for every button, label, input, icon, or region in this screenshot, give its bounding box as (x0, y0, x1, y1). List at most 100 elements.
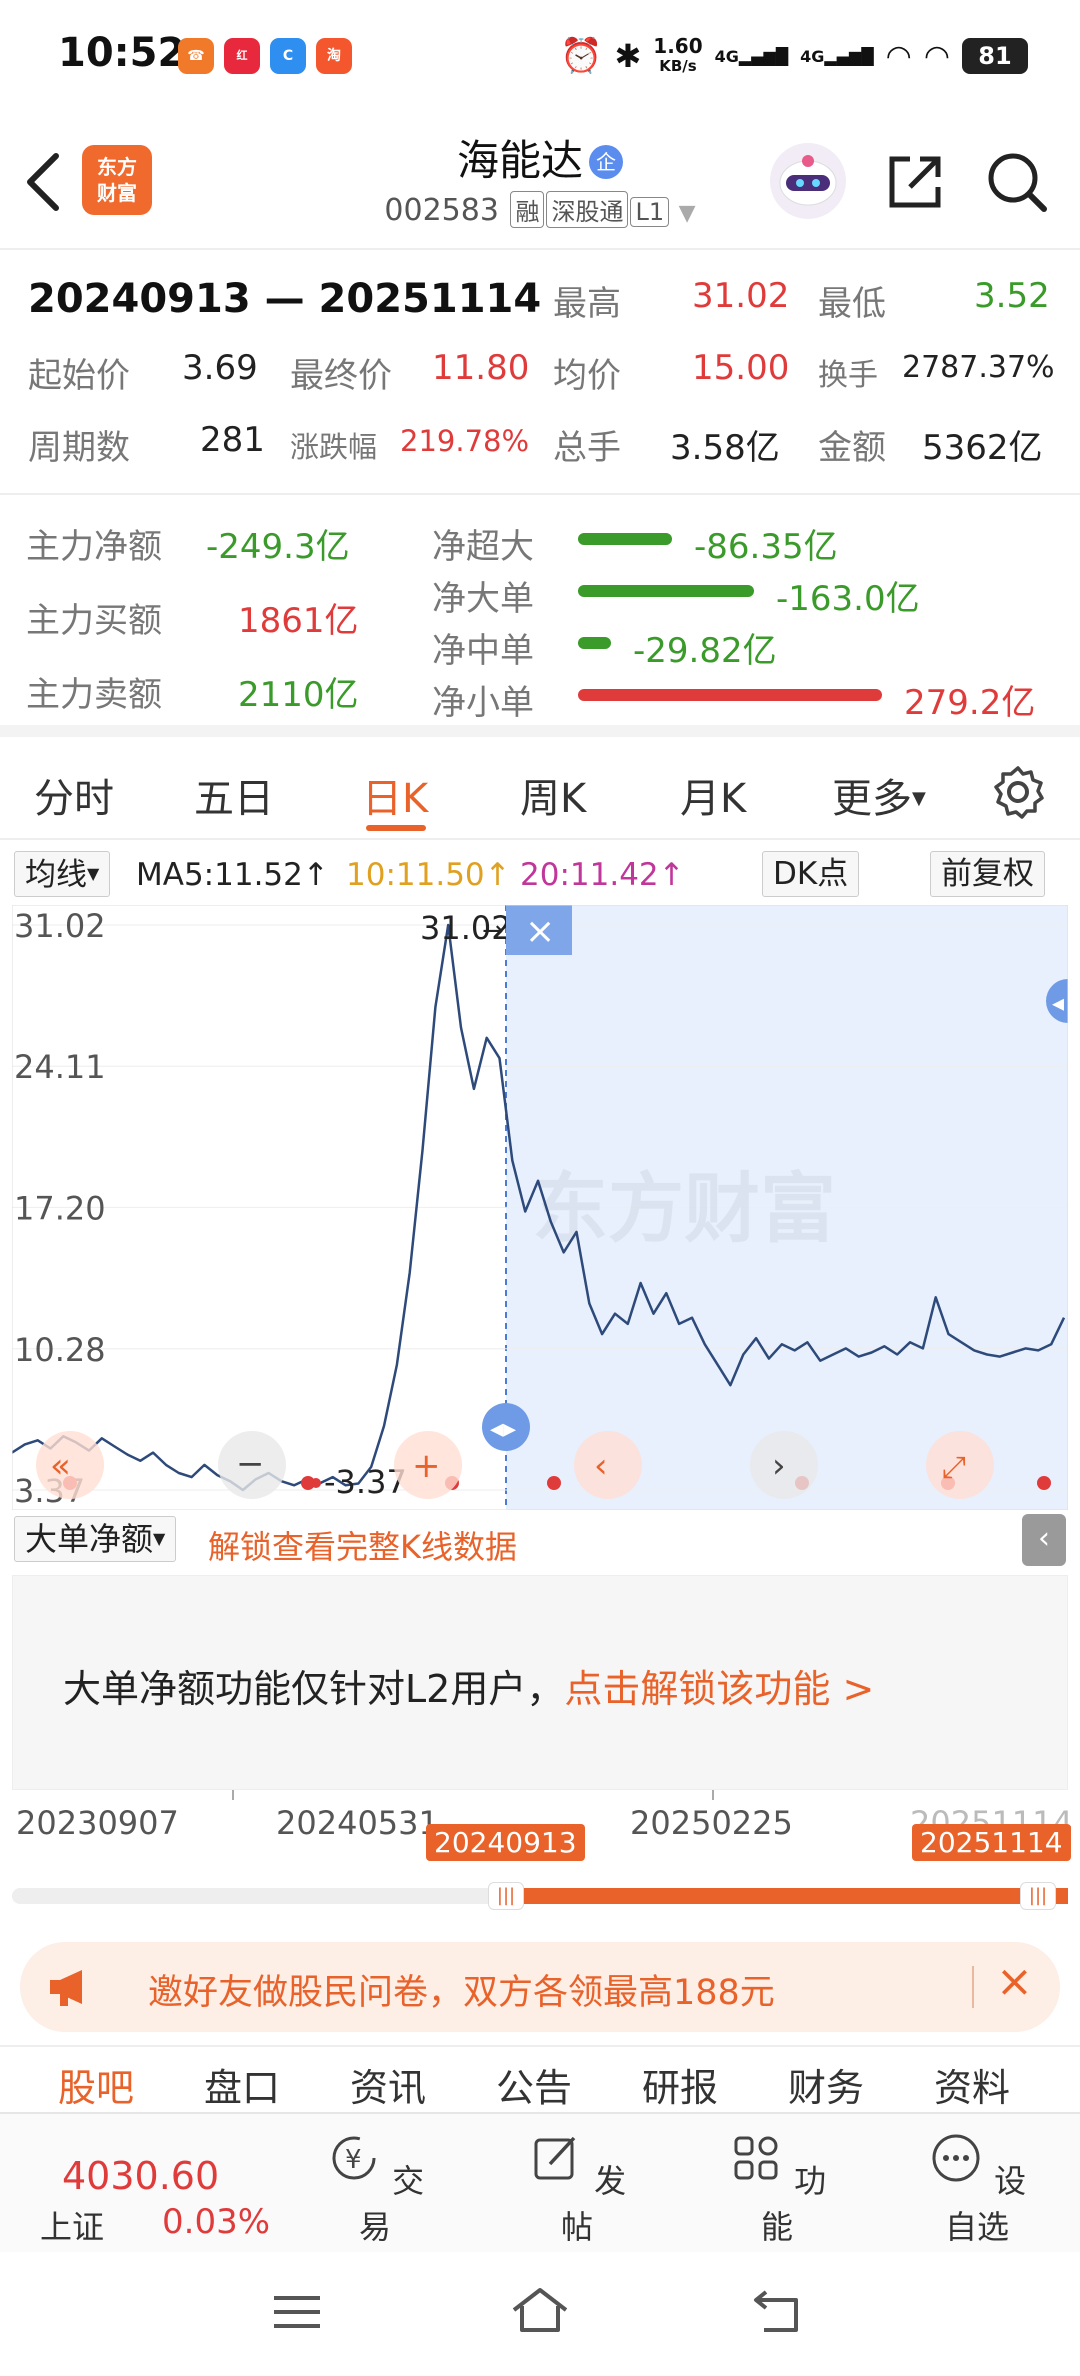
status-bar: 10:52 ☎ 红 C 淘 ⏰ ✱ 1.60 KB/s 4G▂▄▆█ 4G▂▄▆… (0, 0, 1080, 115)
tab-announcements[interactable]: 公告 (496, 2057, 572, 2112)
menu-icon[interactable] (272, 2292, 322, 2332)
price-line-chart[interactable]: 东方财富 31.0224.1117.2010.283.37 31.02 → -3… (11, 904, 1080, 1511)
gear-icon[interactable] (990, 764, 1046, 820)
kline-chart[interactable]: 东方财富 31.0224.1117.2010.283.37 31.02 → -3… (11, 904, 1080, 1511)
nav-post[interactable]: 发帖 (512, 2130, 642, 2248)
chevron-down-icon: ▼ (678, 201, 696, 226)
date-range: 20240913 — 20251114 (28, 276, 542, 322)
avg-price-label: 均价 (553, 356, 621, 396)
nav-functions[interactable]: 功能 (712, 2130, 842, 2248)
indicator-selector[interactable]: 大单净额▼ (14, 1516, 177, 1562)
stock-code: 002583 (384, 193, 499, 228)
period-tabs: 分时 五日 日K 周K 月K 更多▼ (0, 750, 1080, 840)
enterprise-badge: 企 (589, 145, 623, 179)
flow-row-bar (578, 533, 672, 545)
level-tag: L1 (630, 197, 670, 227)
connect-tag: 深股通 (546, 191, 629, 228)
nav-add-watchlist[interactable]: 设自选 (912, 2130, 1042, 2248)
flow-row-label: 净小单 (432, 683, 534, 723)
money-flow-panel: 主力净额 -249.3亿 主力买额 1861亿 主力卖额 2110亿 净超大 -8… (0, 497, 1080, 737)
tab-more[interactable]: 更多▼ (832, 766, 926, 824)
end-price-value: 11.80 (432, 348, 530, 388)
search-icon[interactable] (984, 149, 1050, 215)
periods-label: 周期数 (28, 428, 130, 468)
back-nav-icon[interactable] (752, 2288, 804, 2334)
assistant-avatar[interactable] (770, 143, 846, 219)
collapse-button[interactable]: ‹ (1022, 1514, 1066, 1566)
active-tab-indicator (366, 825, 426, 831)
main-sell-value: 2110亿 (238, 675, 359, 715)
event-marker[interactable] (547, 1476, 561, 1490)
index-ticker[interactable]: 4030.60 上证 0.03% (20, 2132, 300, 2246)
price-adjust-button[interactable]: 前复权 (930, 851, 1045, 897)
index-change: 0.03% (162, 2202, 271, 2242)
tab-guba[interactable]: 股吧 (58, 2057, 134, 2112)
close-icon[interactable]: × (996, 1956, 1033, 2007)
tab-research[interactable]: 研报 (642, 2057, 718, 2112)
invite-text: 邀好友做股民问卷，双方各领最高188元 (148, 1973, 775, 2013)
system-navigation (0, 2252, 1080, 2376)
flow-row-bar (578, 637, 611, 649)
high-value: 31.02 (692, 276, 790, 316)
left-arrow-icon: ◂ (1052, 989, 1064, 1017)
tab-profile[interactable]: 资料 (934, 2057, 1010, 2112)
y-tick-label: 31.02 (14, 907, 106, 945)
l2-notice: 大单净额功能仅针对L2用户，点击解锁该功能 > (63, 1667, 875, 1711)
main-sell-label: 主力卖额 (26, 675, 162, 715)
expand-icon: ⤢ (942, 1450, 966, 1485)
tab-news[interactable]: 资讯 (350, 2057, 426, 2112)
tab-daily-k[interactable]: 日K (362, 766, 428, 824)
low-label: 最低 (818, 284, 886, 324)
tab-weekly-k[interactable]: 周K (520, 766, 586, 824)
event-marker[interactable] (1037, 1476, 1051, 1490)
flow-row-label: 净中单 (432, 631, 534, 671)
main-buy-value: 1861亿 (238, 601, 359, 641)
nav-trade[interactable]: ¥ 交易 (310, 2130, 440, 2248)
xiaohongshu-icon: 红 (224, 38, 260, 74)
range-end-handle[interactable]: ||| (1020, 1882, 1056, 1910)
amount-value: 5362亿 (922, 428, 1043, 468)
date-timeline: 20230907 20240531 20250225 20251114 2024… (0, 1790, 1080, 1920)
timeline-date-1: 20230907 (16, 1804, 179, 1842)
range-start-handle[interactable]: ||| (488, 1882, 524, 1910)
stock-name: 海能达 (456, 136, 583, 185)
clock: 10:52 (58, 30, 186, 76)
bottom-toolbar: 4030.60 上证 0.03% ¥ 交易 发帖 功能 设自选 (0, 2112, 1080, 2252)
unlock-kline-link[interactable]: 解锁查看完整K线数据 (208, 1522, 517, 1568)
tab-pankou[interactable]: 盘口 (204, 2057, 280, 2112)
flow-row-value: 279.2亿 (904, 683, 1036, 723)
start-price-value: 3.69 (182, 348, 258, 388)
double-left-icon: « (50, 1446, 71, 1486)
dk-point-button[interactable]: DK点 (762, 851, 860, 897)
signal-icon-2: 4G▂▄▆█ (800, 46, 874, 66)
ma-selector[interactable]: 均线▼ (14, 851, 111, 897)
l2-unlock-link[interactable]: 点击解锁该功能 > (564, 1667, 874, 1711)
minus-icon: − (236, 1444, 265, 1484)
flow-row-value: -86.35亿 (694, 527, 838, 567)
total-volume-label: 总手 (553, 428, 621, 468)
signal-icon-1: 4G▂▄▆█ (714, 46, 789, 66)
flow-row-bar (578, 689, 882, 701)
main-net-label: 主力净额 (26, 527, 162, 567)
flow-row-label: 净大单 (432, 579, 534, 619)
tab-monthly-k[interactable]: 月K (680, 766, 746, 824)
tab-five-day[interactable]: 五日 (194, 766, 274, 824)
tab-intraday[interactable]: 分时 (34, 766, 114, 824)
share-icon[interactable] (882, 149, 948, 215)
home-icon[interactable] (510, 2286, 570, 2334)
step-left-button[interactable] (574, 1431, 642, 1499)
tab-finance[interactable]: 财务 (788, 2057, 864, 2112)
invite-banner[interactable]: 邀好友做股民问卷，双方各领最高188元 × (20, 1942, 1060, 2032)
range-summary: 20240913 — 20251114 最高 31.02 最低 3.52 起始价… (0, 250, 1080, 495)
robot-icon (779, 155, 837, 206)
taobao-icon: 淘 (316, 38, 352, 74)
start-price-label: 起始价 (28, 356, 130, 396)
info-tabs: 股吧 盘口 资讯 公告 研报 财务 资料 (0, 2045, 1080, 2115)
y-tick-label: 17.20 (14, 1189, 106, 1227)
avg-price-value: 15.00 (692, 348, 790, 388)
timeline-date-3: 20250225 (630, 1804, 793, 1842)
net-speed: 1.60 KB/s (653, 34, 703, 75)
tick (712, 1790, 714, 1800)
tick (232, 1790, 234, 1800)
margin-tag: 融 (510, 191, 545, 228)
